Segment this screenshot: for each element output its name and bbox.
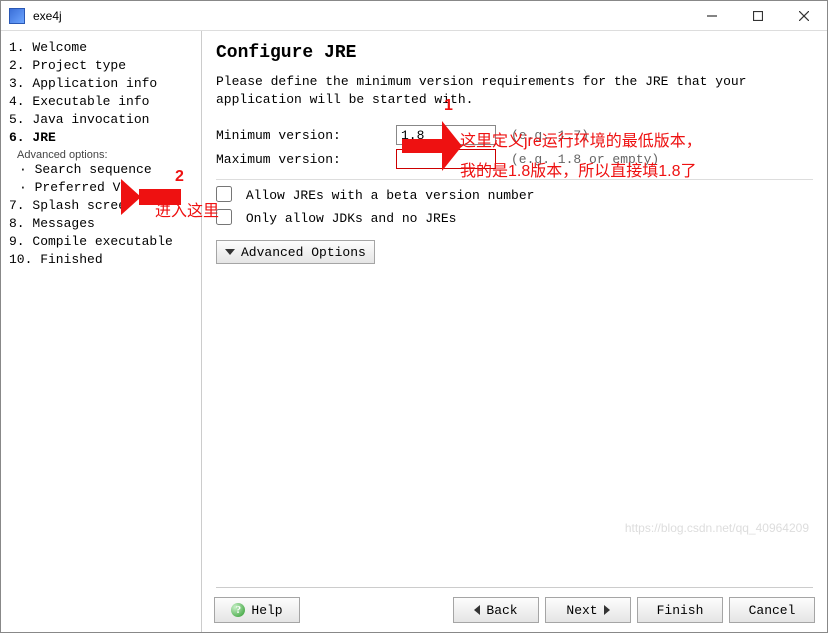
wizard-step[interactable]: 4. Executable info bbox=[9, 93, 195, 111]
finish-button[interactable]: Finish bbox=[637, 597, 723, 623]
cancel-button[interactable]: Cancel bbox=[729, 597, 815, 623]
wizard-step[interactable]: 8. Messages bbox=[9, 215, 195, 233]
wizard-step[interactable]: 2. Project type bbox=[9, 57, 195, 75]
back-button[interactable]: Back bbox=[453, 597, 539, 623]
minimize-button[interactable] bbox=[689, 1, 735, 31]
max-version-label: Maximum version: bbox=[216, 152, 396, 167]
beta-checkbox-label: Allow JREs with a beta version number bbox=[246, 188, 535, 203]
advanced-options-header: Advanced options: bbox=[17, 149, 195, 161]
help-button[interactable]: ? Help bbox=[214, 597, 300, 623]
chevron-down-icon bbox=[225, 249, 235, 255]
wizard-footer: ? Help Back Next Finish Cancel bbox=[202, 588, 827, 632]
advanced-options-button[interactable]: Advanced Options bbox=[216, 240, 375, 264]
close-button[interactable] bbox=[781, 1, 827, 31]
window-controls bbox=[689, 1, 827, 31]
beta-checkbox[interactable] bbox=[216, 186, 232, 202]
title-bar: exe4j bbox=[1, 1, 827, 31]
jdks-checkbox[interactable] bbox=[216, 209, 232, 225]
wizard-sidebar: 1. Welcome2. Project type3. Application … bbox=[1, 31, 201, 632]
max-version-hint: (e.g. 1.8 or empty) bbox=[501, 152, 661, 167]
wizard-step[interactable]: 5. Java invocation bbox=[9, 111, 195, 129]
advanced-options-label: Advanced Options bbox=[241, 245, 366, 260]
watermark-url: https://blog.csdn.net/qq_40964209 bbox=[625, 521, 809, 535]
wizard-step[interactable]: 7. Splash scree bbox=[9, 197, 195, 215]
next-label: Next bbox=[566, 603, 597, 618]
advanced-option-item[interactable]: Preferred V bbox=[19, 179, 195, 197]
min-version-input[interactable] bbox=[396, 125, 496, 145]
back-label: Back bbox=[486, 603, 517, 618]
wizard-step[interactable]: 9. Compile executable bbox=[9, 233, 195, 251]
min-version-hint: (e.g. 1.7) bbox=[501, 128, 661, 143]
wizard-step[interactable]: 1. Welcome bbox=[9, 39, 195, 57]
advanced-options-list: Search sequencePreferred V bbox=[19, 161, 195, 197]
wizard-steps: 1. Welcome2. Project type3. Application … bbox=[9, 39, 195, 269]
advanced-option-item[interactable]: Search sequence bbox=[19, 161, 195, 179]
jdks-checkbox-row[interactable]: Only allow JDKs and no JREs bbox=[216, 211, 456, 226]
page-description: Please define the minimum version requir… bbox=[216, 73, 813, 109]
help-icon: ? bbox=[231, 603, 245, 617]
page-title: Configure JRE bbox=[216, 43, 813, 63]
next-button[interactable]: Next bbox=[545, 597, 631, 623]
window-title: exe4j bbox=[33, 9, 689, 23]
jdks-checkbox-label: Only allow JDKs and no JREs bbox=[246, 211, 457, 226]
wizard-step[interactable]: 10. Finished bbox=[9, 251, 195, 269]
cancel-label: Cancel bbox=[749, 603, 796, 618]
app-icon bbox=[9, 8, 25, 24]
finish-label: Finish bbox=[657, 603, 704, 618]
content-panel: Configure JRE Please define the minimum … bbox=[202, 31, 827, 587]
wizard-step[interactable]: 6. JRE bbox=[9, 129, 195, 147]
min-version-label: Minimum version: bbox=[216, 128, 396, 143]
wizard-step[interactable]: 3. Application info bbox=[9, 75, 195, 93]
beta-checkbox-row[interactable]: Allow JREs with a beta version number bbox=[216, 188, 534, 203]
help-label: Help bbox=[251, 603, 282, 618]
max-version-input[interactable] bbox=[396, 149, 496, 169]
maximize-button[interactable] bbox=[735, 1, 781, 31]
